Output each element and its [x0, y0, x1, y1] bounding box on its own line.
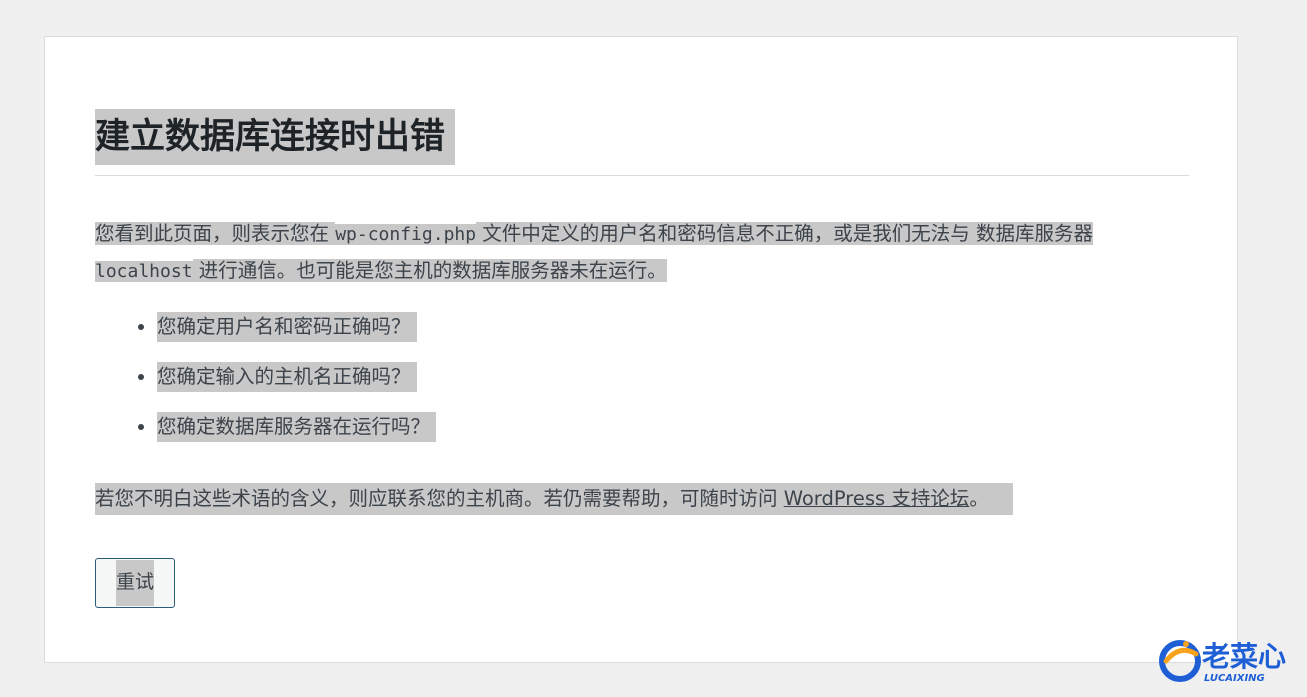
intro-text-2: 文件中定义的用户名和密码信息不正确，或是我们无法与 数据库服务器 — [476, 222, 1093, 245]
help-paragraph: 若您不明白这些术语的含义，则应联系您的主机商。若仍需要帮助，可随时访问 Word… — [95, 483, 1013, 515]
intro-text-1: 您看到此页面，则表示您在 — [95, 222, 336, 245]
support-forum-link[interactable]: WordPress 支持论坛 — [784, 487, 970, 510]
checklist-item-text: 您确定输入的主机名正确吗？ — [157, 362, 417, 392]
watermark-logo: 老菜心 LUCAIXING — [1156, 636, 1301, 686]
help-text: 若您不明白这些术语的含义，则应联系您的主机商。若仍需要帮助，可随时访问 — [95, 487, 784, 510]
error-card: 建立数据库连接时出错 您看到此页面，则表示您在 wp-config.php 文件… — [44, 36, 1238, 663]
checklist: 您确定用户名和密码正确吗？ 您确定输入的主机名正确吗？ 您确定数据库服务器在运行… — [95, 312, 1189, 442]
error-content: 建立数据库连接时出错 您看到此页面，则表示您在 wp-config.php 文件… — [95, 109, 1189, 515]
checklist-item-text: 您确定用户名和密码正确吗？ — [157, 312, 417, 342]
db-host: localhost — [95, 261, 193, 282]
checklist-item-text: 您确定数据库服务器在运行吗？ — [157, 412, 437, 442]
intro-text-3: 进行通信。也可能是您主机的数据库服务器未在运行。 — [192, 259, 667, 282]
help-suffix: 。 — [969, 487, 989, 510]
watermark-name: 老菜心 — [1202, 640, 1286, 673]
page-title: 建立数据库连接时出错 — [95, 109, 456, 165]
title-divider — [95, 175, 1189, 176]
checklist-item: 您确定输入的主机名正确吗？ — [157, 362, 1189, 392]
retry-button[interactable]: 重试 — [95, 558, 175, 608]
intro-paragraph: 您看到此页面，则表示您在 wp-config.php 文件中定义的用户名和密码信… — [95, 216, 1189, 290]
watermark-emblem-icon: 老菜心 LUCAIXING — [1159, 640, 1286, 684]
retry-button-label: 重试 — [115, 560, 154, 606]
watermark-subtitle: LUCAIXING — [1204, 673, 1265, 684]
config-filename: wp-config.php — [335, 224, 477, 245]
checklist-item: 您确定数据库服务器在运行吗？ — [157, 412, 1189, 442]
checklist-item: 您确定用户名和密码正确吗？ — [157, 312, 1189, 342]
